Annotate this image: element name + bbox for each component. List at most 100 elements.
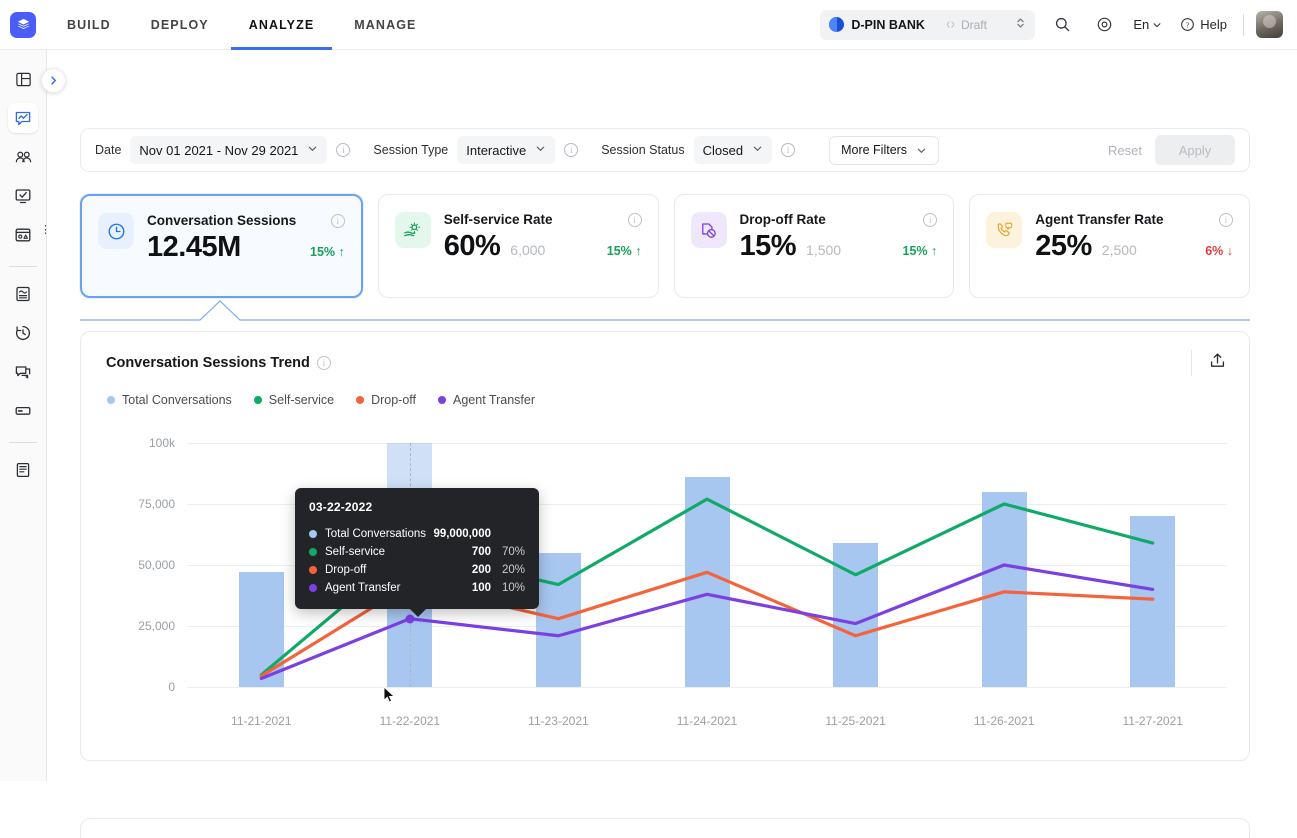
- project-status: Draft: [945, 18, 987, 32]
- app-logo[interactable]: [10, 11, 36, 38]
- x-axis-tick-label: 11-27-2021: [1122, 714, 1183, 728]
- nav-item-build[interactable]: BUILD: [67, 0, 111, 50]
- kpi-info-icon[interactable]: i: [1219, 212, 1233, 227]
- target-icon: [1097, 17, 1112, 32]
- x-axis-tick-label: 11-26-2021: [973, 714, 1035, 728]
- chevron-down-icon: [1153, 22, 1161, 27]
- hand-gear-icon: [394, 212, 431, 248]
- tooltip-percent: 10%: [501, 582, 525, 594]
- session-type-info-icon[interactable]: i: [564, 143, 579, 157]
- session-status-value: Closed: [702, 142, 744, 158]
- search-button[interactable]: [1047, 10, 1077, 40]
- sidebar-item-users[interactable]: [8, 142, 38, 172]
- export-button[interactable]: [1208, 351, 1227, 375]
- tooltip-row: Total Conversations 99,000,000: [309, 525, 525, 543]
- legend-swatch: [253, 396, 262, 404]
- legend-item-drop-off[interactable]: Drop-off: [356, 393, 416, 407]
- kpi-title: Conversation Sessions: [147, 213, 297, 228]
- sidebar-item-dashboard[interactable]: ⋮: [8, 220, 51, 250]
- next-panel-edge: [80, 818, 1250, 838]
- file-blocked-icon: [690, 212, 727, 248]
- kpi-info-icon[interactable]: i: [330, 213, 345, 228]
- x-axis-tick-label: 11-21-2021: [231, 714, 292, 728]
- kpi-info-icon[interactable]: i: [627, 212, 642, 227]
- date-filter-info-icon[interactable]: i: [336, 143, 351, 157]
- reset-button[interactable]: Reset: [1095, 143, 1155, 158]
- kpi-value: 25%: [1035, 230, 1092, 262]
- target-button[interactable]: [1089, 10, 1119, 40]
- tooltip-percent: 70%: [501, 546, 525, 558]
- nav-item-deploy[interactable]: DEPLOY: [151, 0, 209, 50]
- panel-info-icon[interactable]: i: [316, 356, 331, 370]
- sidebar-item-conversations[interactable]: [8, 357, 38, 387]
- date-range-select[interactable]: Nov 01 2021 - Nov 29 2021: [130, 136, 328, 164]
- top-nav-right-group: D-PIN BANK Draft En ? Help: [820, 9, 1297, 40]
- sidebar-item-docs[interactable]: [8, 455, 38, 485]
- language-label: En: [1133, 17, 1150, 32]
- legend-item-self-service[interactable]: Self-service: [253, 393, 334, 407]
- sidebar-item-testing[interactable]: [8, 181, 38, 211]
- kpi-value: 60%: [443, 230, 501, 262]
- filter-bar: Date Nov 01 2021 - Nov 29 2021 i Session…: [80, 128, 1250, 172]
- apply-button[interactable]: Apply: [1155, 135, 1235, 165]
- kpi-info-icon[interactable]: i: [923, 212, 938, 227]
- kpi-chart-connector: [80, 299, 1250, 321]
- left-sidebar-rail: ⋮: [0, 50, 51, 781]
- tooltip-value: 200: [471, 564, 491, 576]
- project-avatar-icon: [829, 17, 845, 32]
- chevron-down-icon: [752, 143, 763, 157]
- kpi-card-agent-transfer-rate[interactable]: Agent Transfer Rate i 25% 2,500 6% ↓: [969, 194, 1250, 298]
- primary-nav: BUILD DEPLOY ANALYZE MANAGE: [67, 0, 456, 50]
- chevron-down-icon: [535, 143, 546, 157]
- code-brackets-icon: [946, 21, 955, 28]
- session-status-filter-label: Session Status: [601, 143, 685, 157]
- tooltip-label: Total Conversations: [325, 528, 426, 540]
- chevron-updown-icon[interactable]: [1015, 16, 1026, 33]
- nav-item-manage[interactable]: MANAGE: [354, 0, 416, 50]
- sidebar-collapse-toggle[interactable]: [41, 68, 66, 93]
- x-axis-tick-label: 11-25-2021: [825, 714, 886, 728]
- filter-actions: Reset Apply: [1095, 135, 1235, 165]
- kpi-card-drop-off-rate[interactable]: Drop-off Rate i 15% 1,500 15% ↑: [673, 194, 955, 298]
- legend-swatch: [107, 396, 115, 404]
- nav-item-analyze[interactable]: ANALYZE: [230, 0, 332, 50]
- tooltip-value: 99,000,000: [433, 528, 491, 540]
- sidebar-item-layout[interactable]: [8, 64, 38, 94]
- tooltip-percent: 20%: [501, 564, 525, 576]
- help-button[interactable]: ? Help: [1180, 17, 1227, 32]
- language-selector[interactable]: En: [1133, 17, 1162, 32]
- chart-plot-area[interactable]: 0 25,000 50,000 75,000 100k 11-21-2021 11-22-2…: [81, 428, 1251, 738]
- tooltip-label: Self-service: [325, 546, 386, 558]
- sidebar-item-history[interactable]: [8, 318, 38, 348]
- sidebar-item-logs[interactable]: [8, 396, 38, 426]
- dashboard-window-icon: [15, 228, 31, 242]
- legend-item-total-conversations[interactable]: Total Conversations: [107, 393, 232, 407]
- kpi-card-conversation-sessions[interactable]: Conversation Sessions i 12.45M 15% ↑: [80, 194, 363, 298]
- tooltip-pointer: [409, 608, 427, 617]
- layout-panel-icon: [15, 72, 31, 86]
- kpi-delta: 15% ↑: [902, 244, 938, 258]
- kpi-card-self-service-rate[interactable]: Self-service Rate i 60% 6,000 15% ↑: [377, 194, 659, 298]
- legend-label: Drop-off: [371, 393, 417, 407]
- x-axis-tick-label: 11-24-2021: [676, 714, 738, 728]
- kpi-subvalue: 6,000: [510, 242, 546, 258]
- chevron-down-icon: [917, 148, 926, 153]
- session-status-info-icon[interactable]: i: [781, 143, 796, 157]
- avatar[interactable]: [1256, 11, 1283, 38]
- monitor-check-icon: [15, 189, 31, 204]
- tooltip-label: Agent Transfer: [325, 582, 401, 594]
- date-range-value: Nov 01 2021 - Nov 29 2021: [139, 142, 299, 158]
- document-list-icon: [16, 462, 30, 478]
- project-name: D-PIN BANK: [851, 17, 925, 32]
- kpi-delta: 6% ↓: [1205, 244, 1233, 258]
- main-content: Date Nov 01 2021 - Nov 29 2021 i Session…: [47, 50, 1297, 838]
- project-selector[interactable]: D-PIN BANK Draft: [820, 9, 1036, 40]
- more-filters-button[interactable]: More Filters: [829, 135, 940, 165]
- sidebar-item-reports[interactable]: [8, 279, 38, 309]
- legend-item-agent-transfer[interactable]: Agent Transfer: [438, 393, 535, 407]
- sidebar-item-analytics[interactable]: [8, 103, 38, 133]
- session-status-select[interactable]: Closed: [693, 136, 773, 164]
- session-type-select[interactable]: Interactive: [457, 136, 556, 164]
- tooltip-swatch: [309, 548, 317, 556]
- page-title: Conversation Sessions Trend: [106, 355, 310, 371]
